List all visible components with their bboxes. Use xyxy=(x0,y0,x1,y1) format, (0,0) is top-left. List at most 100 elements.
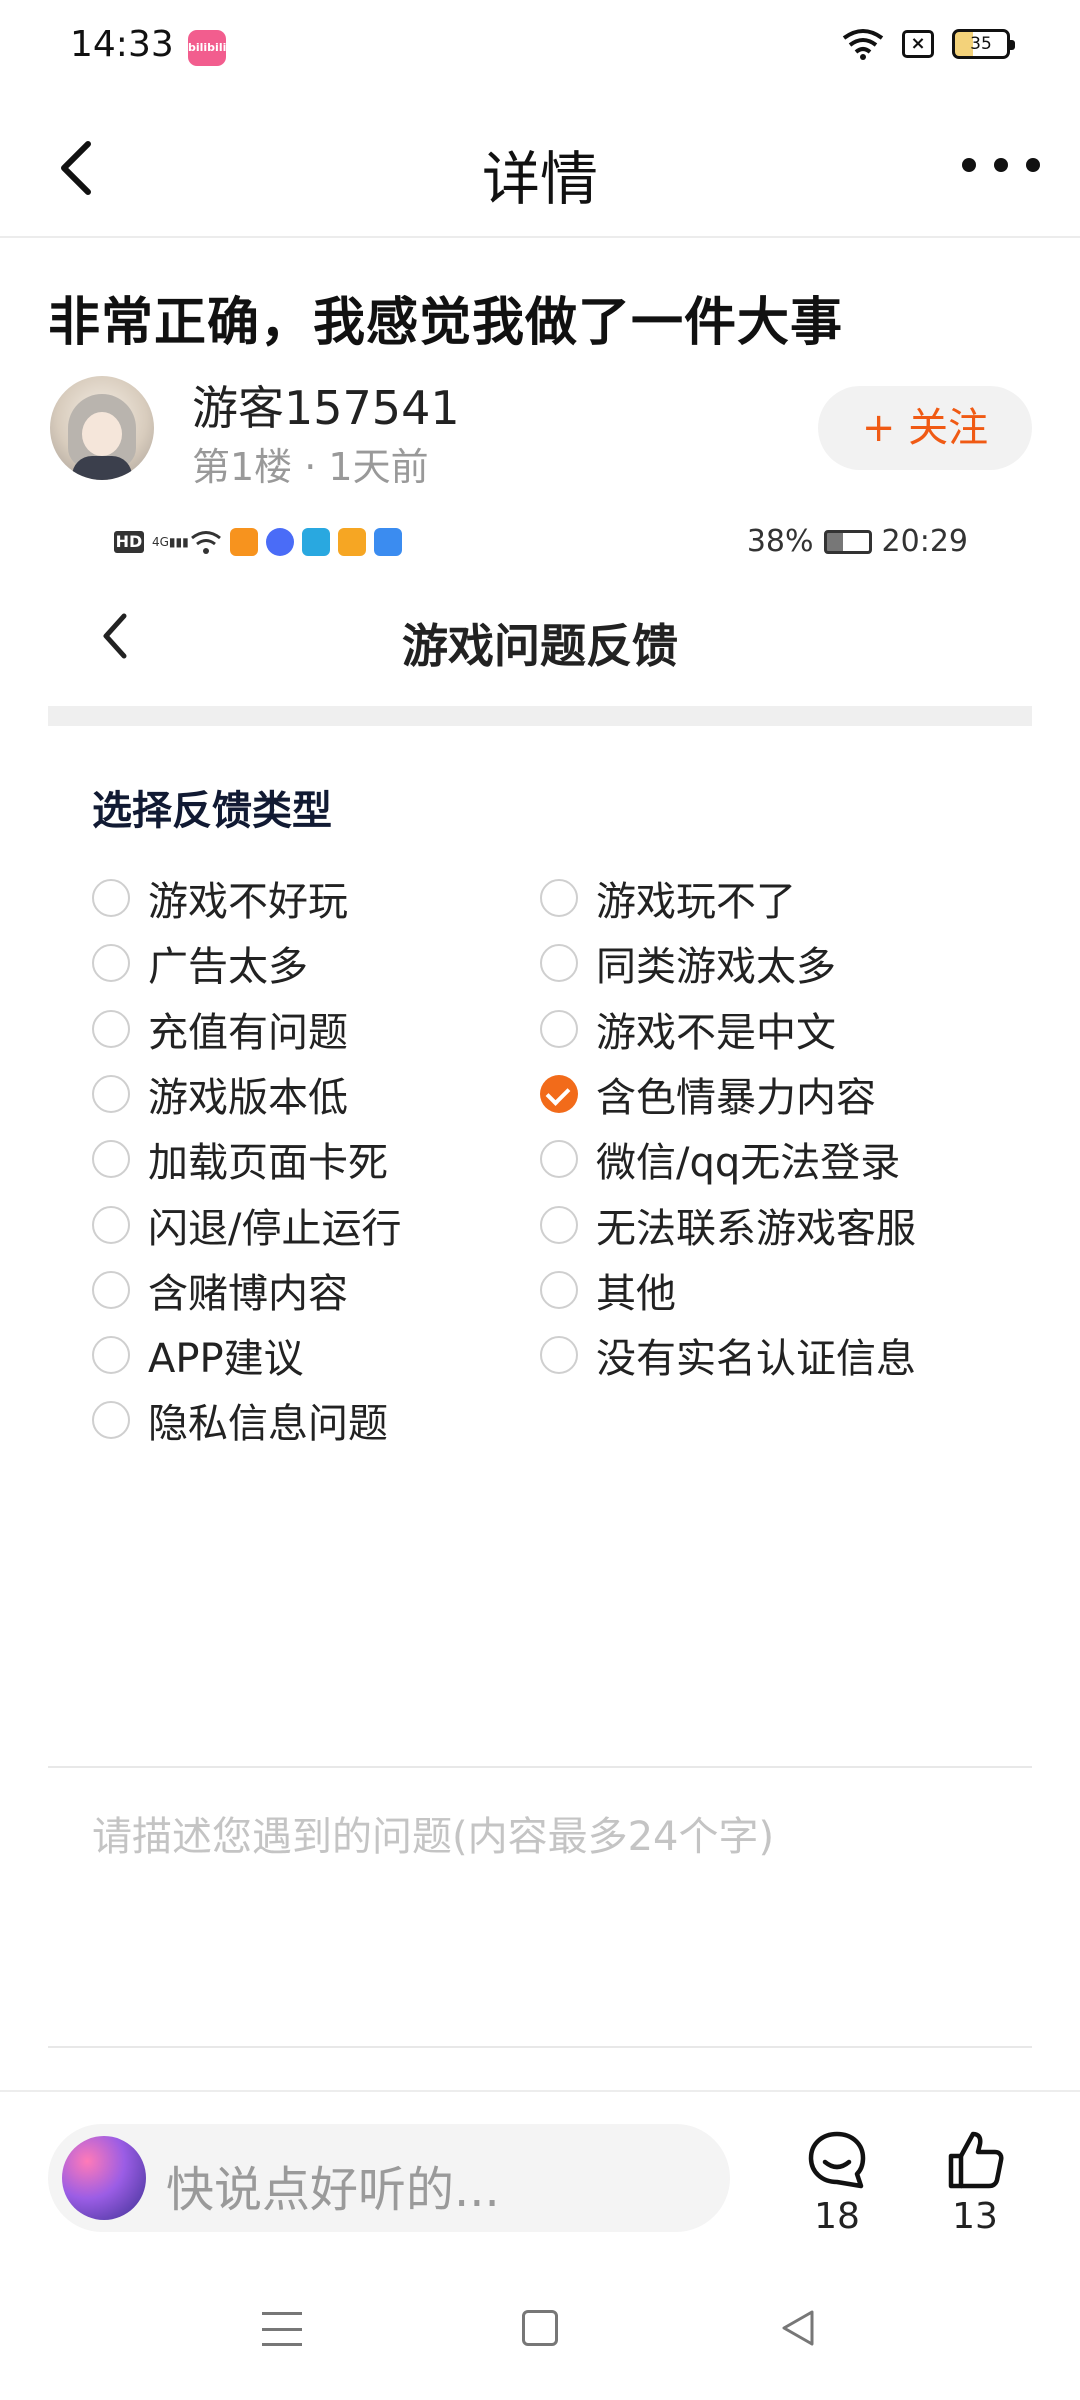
home-icon[interactable] xyxy=(522,2310,558,2346)
feedback-option-label: 游戏玩不了 xyxy=(596,879,796,925)
radio-checked-icon[interactable] xyxy=(540,1074,578,1113)
comment-button[interactable]: 18 xyxy=(792,2128,882,2237)
radio-unchecked-icon[interactable] xyxy=(540,1140,578,1179)
comment-count: 18 xyxy=(814,2196,860,2237)
radio-unchecked-icon[interactable] xyxy=(92,1336,130,1375)
comment-input[interactable]: 快说点好听的... xyxy=(48,2124,730,2232)
comment-bar: 快说点好听的... 18 13 xyxy=(0,2090,1080,2260)
radio-unchecked-icon[interactable] xyxy=(92,1140,130,1179)
like-count: 13 xyxy=(952,2196,998,2237)
feedback-option[interactable]: 其他 xyxy=(540,1260,676,1320)
status-time: 14:33 xyxy=(70,24,174,65)
radio-unchecked-icon[interactable] xyxy=(92,1205,130,1244)
feedback-option[interactable]: 加载页面卡死 xyxy=(92,1129,388,1189)
feedback-option-label: 加载页面卡死 xyxy=(148,1140,388,1187)
radio-unchecked-icon[interactable] xyxy=(92,879,130,917)
hd-icon: HD xyxy=(114,531,144,553)
cloud-app-icon xyxy=(374,528,402,556)
feedback-option-label: 闪退/停止运行 xyxy=(148,1205,402,1252)
divider xyxy=(48,2046,1032,2048)
feedback-option-label: 其他 xyxy=(596,1270,676,1317)
more-options-icon[interactable] xyxy=(962,150,1040,180)
image-status-right: 38% 20:29 xyxy=(747,524,968,559)
feedback-option[interactable]: 没有实名认证信息 xyxy=(540,1325,916,1385)
feedback-page-title: 游戏问题反馈 xyxy=(402,619,678,673)
feedback-option[interactable]: 含赌博内容 xyxy=(92,1260,348,1320)
feedback-option[interactable]: 游戏不好玩 xyxy=(92,868,348,928)
feedback-option-label: 含色情暴力内容 xyxy=(596,1074,876,1121)
no-sim-icon: × xyxy=(902,30,934,58)
radio-unchecked-icon[interactable] xyxy=(92,1270,130,1309)
radio-unchecked-icon[interactable] xyxy=(92,944,130,983)
feedback-option-label: APP建议 xyxy=(148,1336,304,1383)
image-status-bar: HD 4G▮▮▮ xyxy=(114,528,402,556)
feedback-option-label: 同类游戏太多 xyxy=(596,944,836,991)
status-bar: 14:33 bilibili × 35 xyxy=(0,0,1080,96)
feedback-option[interactable]: 闪退/停止运行 xyxy=(92,1195,401,1255)
status-icons: × 35 xyxy=(842,28,1015,60)
feedback-option-label: 游戏不是中文 xyxy=(596,1009,836,1056)
radio-unchecked-icon[interactable] xyxy=(92,1401,130,1440)
feedback-option[interactable]: 微信/qq无法登录 xyxy=(540,1129,900,1189)
signal-icon: 4G▮▮▮ xyxy=(152,535,189,549)
user-avatar xyxy=(62,2136,146,2220)
feedback-option[interactable]: 充值有问题 xyxy=(92,999,348,1059)
video-app-icon xyxy=(230,528,258,556)
feedback-option[interactable]: 含色情暴力内容 xyxy=(540,1064,876,1124)
top-app-bar: 详情 xyxy=(0,96,1080,238)
radio-unchecked-icon[interactable] xyxy=(540,1336,578,1375)
music-app-icon xyxy=(266,528,294,556)
description-input: 请描述您遇到的问题(内容最多24个字) xyxy=(92,1814,775,1860)
comment-icon xyxy=(808,2131,866,2189)
feedback-option[interactable]: APP建议 xyxy=(92,1325,304,1385)
radio-unchecked-icon[interactable] xyxy=(540,1270,578,1309)
feedback-option[interactable]: 游戏不是中文 xyxy=(540,999,836,1059)
battery-icon: 35 xyxy=(952,29,1015,59)
page-title: 详情 xyxy=(481,145,598,213)
image-battery-percent: 38% xyxy=(746,524,814,559)
app-icon xyxy=(338,528,366,556)
radio-unchecked-icon[interactable] xyxy=(540,944,578,983)
divider xyxy=(48,706,1032,726)
divider xyxy=(48,1766,1032,1768)
system-nav-bar xyxy=(0,2260,1080,2400)
wifi-icon xyxy=(842,29,884,60)
post-image[interactable]: HD 4G▮▮▮ 38% 20:29 游戏问题反馈 选择反馈类型 游戏不好玩游戏… xyxy=(48,510,1032,2090)
feedback-option-label: 游戏不好玩 xyxy=(148,879,348,925)
feedback-option-label: 充值有问题 xyxy=(148,1009,348,1056)
follow-button[interactable]: + 关注 xyxy=(818,386,1032,470)
feedback-option-label: 没有实名认证信息 xyxy=(596,1336,916,1383)
like-button[interactable]: 13 xyxy=(930,2128,1020,2237)
wifi-icon xyxy=(191,531,221,554)
battery-icon xyxy=(823,529,872,554)
feedback-option[interactable]: 无法联系游戏客服 xyxy=(540,1195,916,1255)
feedback-option-label: 游戏版本低 xyxy=(148,1074,348,1121)
back-triangle-icon[interactable] xyxy=(778,2308,818,2348)
feedback-option-label: 微信/qq无法登录 xyxy=(596,1140,901,1187)
feedback-option[interactable]: 隐私信息问题 xyxy=(92,1390,388,1450)
feedback-type-heading: 选择反馈类型 xyxy=(92,788,332,834)
feedback-option[interactable]: 同类游戏太多 xyxy=(540,933,836,993)
radio-unchecked-icon[interactable] xyxy=(92,1009,130,1048)
radio-unchecked-icon[interactable] xyxy=(540,1205,578,1244)
feedback-option-label: 无法联系游戏客服 xyxy=(596,1205,916,1252)
radio-unchecked-icon[interactable] xyxy=(92,1074,130,1113)
feedback-option-label: 含赌博内容 xyxy=(148,1270,348,1317)
feedback-option-label: 隐私信息问题 xyxy=(148,1401,388,1448)
post-meta: 第1楼 · 1天前 xyxy=(192,445,429,489)
author-name[interactable]: 游客157541 xyxy=(192,372,460,438)
feedback-option-label: 广告太多 xyxy=(148,944,308,991)
recent-apps-icon[interactable] xyxy=(262,2312,302,2346)
feedback-option[interactable]: 广告太多 xyxy=(92,933,308,993)
radio-unchecked-icon[interactable] xyxy=(540,1009,578,1048)
feedback-option[interactable]: 游戏版本低 xyxy=(92,1064,348,1124)
bilibili-app-icon: bilibili xyxy=(188,30,226,66)
post-title: 非常正确，我感觉我做了一件大事 xyxy=(48,293,844,353)
app-icon xyxy=(302,528,330,556)
feedback-option[interactable]: 游戏玩不了 xyxy=(540,868,796,928)
radio-unchecked-icon[interactable] xyxy=(540,879,578,917)
comment-placeholder: 快说点好听的... xyxy=(166,2162,500,2218)
author-avatar[interactable] xyxy=(50,376,154,480)
image-time: 20:29 xyxy=(881,524,968,559)
thumbs-up-icon xyxy=(948,2131,1004,2189)
